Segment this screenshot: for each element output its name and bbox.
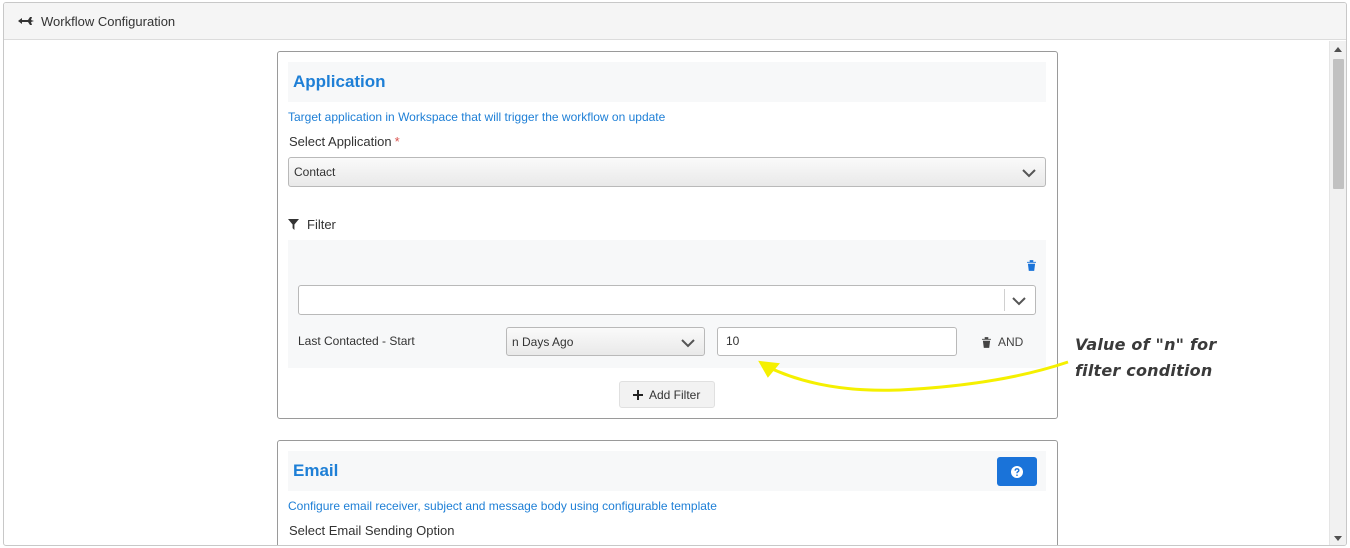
workflow-icon: [18, 17, 34, 25]
application-panel-header: Application: [288, 62, 1046, 102]
filter-icon: [288, 219, 299, 230]
trash-icon[interactable]: [982, 337, 991, 348]
trash-icon[interactable]: [1027, 260, 1036, 271]
scrollbar-thumb[interactable]: [1333, 59, 1344, 189]
required-marker: *: [394, 134, 400, 149]
annotation-line-2: filter condition: [1075, 361, 1213, 380]
filter-heading: Filter: [307, 217, 336, 232]
application-select[interactable]: Contact: [288, 157, 1046, 187]
scroll-down-arrow[interactable]: [1334, 536, 1342, 541]
application-select-value: Contact: [294, 165, 336, 179]
vertical-scrollbar[interactable]: [1329, 41, 1346, 545]
scroll-up-arrow[interactable]: [1334, 47, 1342, 52]
email-description: Configure email receiver, subject and me…: [288, 499, 717, 513]
filter-logic-label[interactable]: AND: [998, 335, 1023, 349]
add-filter-button[interactable]: Add Filter: [619, 381, 715, 408]
chevron-down-icon: [681, 339, 695, 348]
question-icon: [1011, 466, 1023, 478]
filter-field-name: Last Contacted - Start: [298, 334, 415, 348]
annotation-text: Value of "n" for filter condition: [1075, 332, 1216, 384]
annotation-line-1: Value of "n" for: [1075, 335, 1217, 354]
chevron-down-icon: [1022, 169, 1036, 178]
filter-value-input[interactable]: [717, 327, 957, 356]
chevron-down-icon: [1012, 297, 1026, 306]
title-bar: Workflow Configuration: [4, 3, 1346, 40]
window-title: Workflow Configuration: [41, 14, 176, 29]
application-description: Target application in Workspace that wil…: [288, 110, 666, 124]
filter-value-field[interactable]: [726, 334, 926, 348]
email-panel: Email Configure email receiver, subject …: [277, 440, 1058, 545]
application-panel: Application Target application in Worksp…: [277, 51, 1058, 419]
select-email-option-label: Select Email Sending Option: [289, 523, 455, 538]
filter-condition-value: n Days Ago: [512, 335, 574, 349]
select-application-label: Select Application *: [289, 134, 400, 149]
application-title: Application: [293, 72, 386, 91]
email-help-button[interactable]: [997, 457, 1037, 486]
filter-group: Last Contacted - Start n Days Ago AND: [288, 240, 1046, 368]
workflow-window: Workflow Configuration Application Targe…: [3, 2, 1347, 546]
filter-field-select[interactable]: [298, 285, 1036, 315]
add-filter-label: Add Filter: [649, 388, 701, 402]
filter-condition-select[interactable]: n Days Ago: [506, 327, 705, 356]
plus-icon: [633, 390, 643, 400]
email-panel-header: Email: [288, 451, 1046, 491]
email-title: Email: [293, 461, 339, 480]
